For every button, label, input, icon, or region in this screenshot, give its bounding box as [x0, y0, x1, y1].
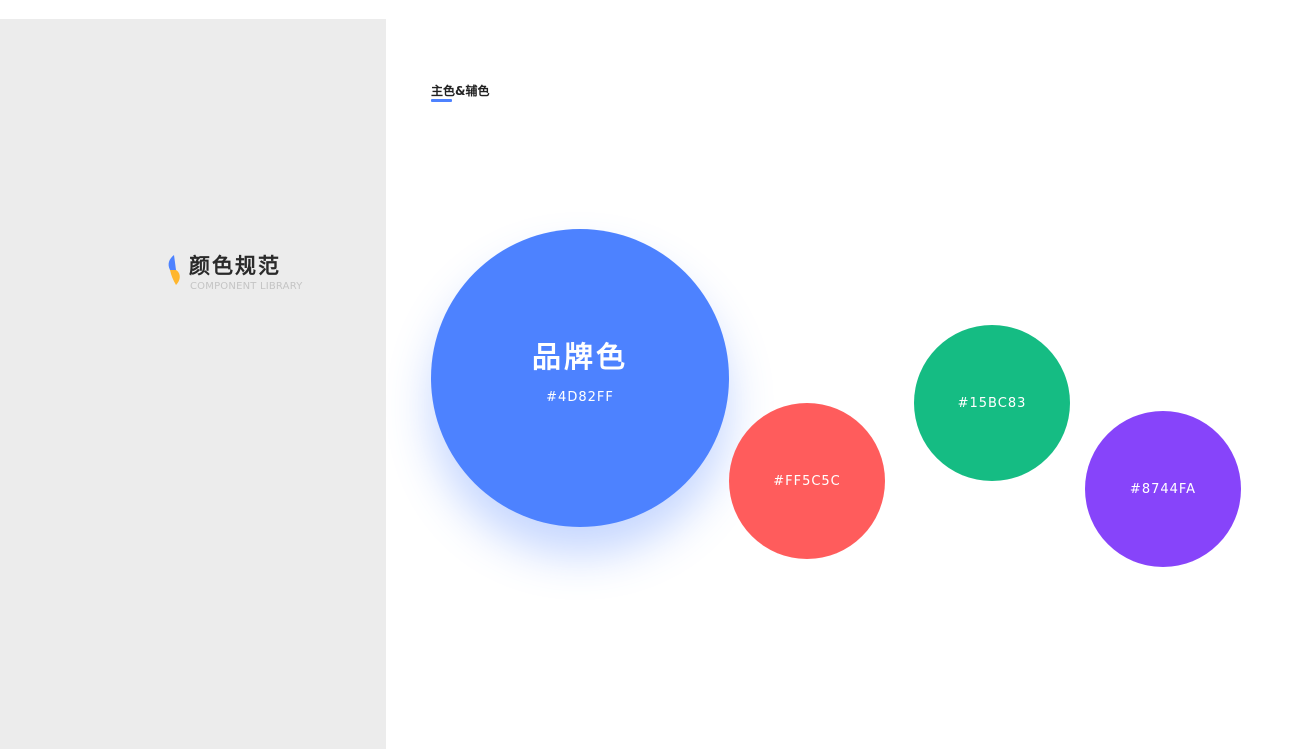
- red-color-swatch: #FF5C5C: [729, 403, 885, 559]
- left-panel: 颜色规范 COMPONENT LIBRARY: [0, 19, 386, 749]
- page-subtitle: COMPONENT LIBRARY: [190, 281, 303, 292]
- green-color-swatch: #15BC83: [914, 325, 1070, 481]
- swatch-hex: #FF5C5C: [773, 473, 841, 489]
- section-underline: [431, 99, 452, 102]
- swatch-hex: #4D82FF: [546, 389, 614, 405]
- section-title: 主色&辅色: [431, 84, 490, 98]
- brand-logo-icon: [168, 255, 180, 285]
- swatch-hex: #8744FA: [1129, 481, 1197, 497]
- purple-color-swatch: #8744FA: [1085, 411, 1241, 567]
- swatch-hex: #15BC83: [957, 395, 1027, 411]
- brand-color-swatch: 品牌色 #4D82FF: [431, 229, 729, 527]
- swatch-name: 品牌色: [531, 339, 628, 374]
- page-title: 颜色规范: [189, 254, 281, 278]
